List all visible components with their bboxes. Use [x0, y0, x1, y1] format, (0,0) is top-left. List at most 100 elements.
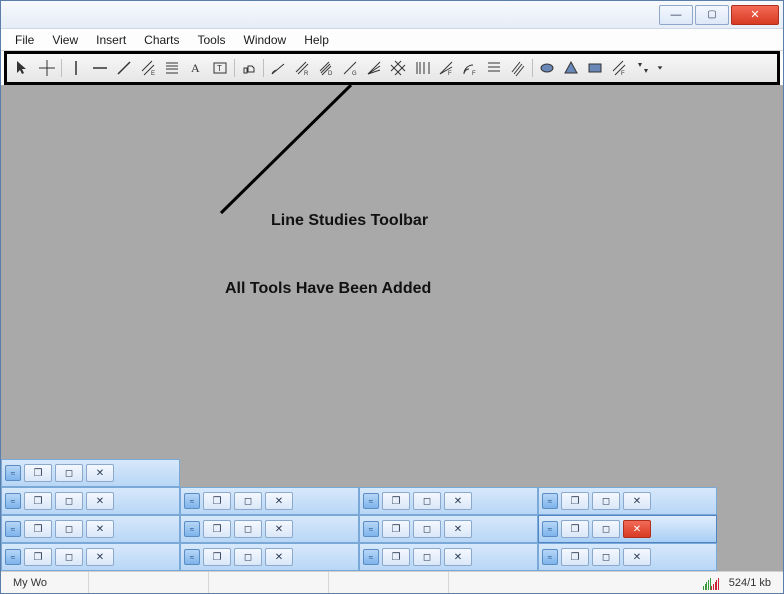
rectangle-icon[interactable] [583, 57, 607, 79]
mdi-client-area: Line Studies Toolbar All Tools Have Been… [1, 85, 783, 571]
triangle-icon[interactable] [559, 57, 583, 79]
maximize-icon[interactable]: ◻ [592, 520, 620, 538]
maximize-icon[interactable]: ◻ [55, 548, 83, 566]
menu-insert[interactable]: Insert [88, 31, 134, 49]
menu-file[interactable]: File [7, 31, 42, 49]
minimize-button[interactable] [659, 5, 693, 25]
restore-icon[interactable]: ❐ [561, 520, 589, 538]
maximize-icon[interactable]: ◻ [234, 492, 262, 510]
minimized-window[interactable]: ≈❐◻✕ [1, 543, 180, 571]
fibonacci-retracement-icon[interactable] [160, 57, 184, 79]
close-icon[interactable]: ✕ [444, 548, 472, 566]
menu-help[interactable]: Help [296, 31, 337, 49]
minimized-window[interactable]: ≈ ❐ ◻ ✕ [1, 459, 180, 487]
minimized-window[interactable]: ≈❐◻✕ [180, 543, 359, 571]
close-icon[interactable]: ✕ [86, 520, 114, 538]
menu-view[interactable]: View [44, 31, 86, 49]
minimized-window[interactable]: ≈❐◻✕ [538, 487, 717, 515]
maximize-icon[interactable]: ◻ [55, 464, 83, 482]
linear-regression-channel-icon[interactable]: R [290, 57, 314, 79]
fibo-channel-icon[interactable] [482, 57, 506, 79]
restore-icon[interactable]: ❐ [24, 464, 52, 482]
minimized-window[interactable]: ≈❐◻✕ [1, 487, 180, 515]
maximize-icon[interactable]: ◻ [234, 520, 262, 538]
maximize-button[interactable] [695, 5, 729, 25]
status-left: My Wo [7, 572, 89, 593]
close-icon[interactable]: ✕ [444, 520, 472, 538]
stddev-channel-icon[interactable]: D [314, 57, 338, 79]
fibo-expansion-icon[interactable] [506, 57, 530, 79]
svg-text:A: A [191, 61, 200, 75]
minimized-window[interactable]: ≈❐◻✕ [1, 515, 180, 543]
minimized-window[interactable]: ≈❐◻✕ [359, 487, 538, 515]
minimized-window[interactable]: ≈❐◻✕ [359, 515, 538, 543]
close-icon[interactable]: ✕ [265, 548, 293, 566]
svg-text:F: F [621, 71, 625, 77]
restore-icon[interactable]: ❐ [203, 520, 231, 538]
restore-icon[interactable]: ❐ [203, 492, 231, 510]
chart-icon: ≈ [5, 465, 21, 481]
chart-icon: ≈ [184, 549, 200, 565]
gann-grid-icon[interactable] [386, 57, 410, 79]
vertical-line-icon[interactable] [64, 57, 88, 79]
restore-icon[interactable]: ❐ [203, 548, 231, 566]
ellipse-icon[interactable] [535, 57, 559, 79]
close-icon[interactable]: ✕ [86, 548, 114, 566]
line-studies-toolbar-highlight: E A T R D G F F F [4, 51, 780, 85]
fibo-arcs-icon[interactable]: F [458, 57, 482, 79]
menu-window[interactable]: Window [236, 31, 295, 49]
close-icon[interactable]: ✕ [265, 492, 293, 510]
maximize-icon[interactable]: ◻ [55, 492, 83, 510]
minimized-window-active[interactable]: ≈❐◻✕ [538, 515, 717, 543]
close-icon[interactable]: ✕ [623, 548, 651, 566]
close-icon[interactable]: ✕ [623, 492, 651, 510]
thumbs-icon[interactable] [237, 57, 261, 79]
chart-icon: ≈ [363, 493, 379, 509]
maximize-icon[interactable]: ◻ [592, 548, 620, 566]
maximize-icon[interactable]: ◻ [413, 492, 441, 510]
cursor-icon[interactable] [11, 57, 35, 79]
minimized-window[interactable]: ≈❐◻✕ [359, 543, 538, 571]
close-icon[interactable]: ✕ [444, 492, 472, 510]
menu-tools[interactable]: Tools [190, 31, 234, 49]
close-icon[interactable]: ✕ [86, 492, 114, 510]
close-icon[interactable]: ✕ [86, 464, 114, 482]
restore-icon[interactable]: ❐ [382, 548, 410, 566]
restore-icon[interactable]: ❐ [382, 520, 410, 538]
close-button[interactable] [731, 5, 779, 25]
minimized-window[interactable]: ≈❐◻✕ [538, 543, 717, 571]
maximize-icon[interactable]: ◻ [592, 492, 620, 510]
restore-icon[interactable]: ❐ [24, 520, 52, 538]
text-label-icon[interactable]: A [184, 57, 208, 79]
restore-icon[interactable]: ❐ [561, 548, 589, 566]
fibo-fan-icon[interactable]: F [434, 57, 458, 79]
text-box-icon[interactable]: T [208, 57, 232, 79]
fibo-time-zone-icon[interactable] [410, 57, 434, 79]
menu-charts[interactable]: Charts [136, 31, 187, 49]
minimized-window[interactable]: ≈❐◻✕ [180, 515, 359, 543]
line-studies-toolbar: E A T R D G F F F [7, 54, 777, 82]
trendline-by-angle-icon[interactable] [266, 57, 290, 79]
maximize-icon[interactable]: ◻ [413, 520, 441, 538]
maximize-icon[interactable]: ◻ [234, 548, 262, 566]
chart-icon: ≈ [542, 521, 558, 537]
restore-icon[interactable]: ❐ [24, 548, 52, 566]
crosshair-icon[interactable] [35, 57, 59, 79]
restore-icon[interactable]: ❐ [382, 492, 410, 510]
maximize-icon[interactable]: ◻ [413, 548, 441, 566]
close-icon[interactable]: ✕ [265, 520, 293, 538]
andrews-pitchfork-icon[interactable]: F [607, 57, 631, 79]
minimized-window[interactable]: ≈❐◻✕ [180, 487, 359, 515]
maximize-icon[interactable]: ◻ [55, 520, 83, 538]
close-icon[interactable]: ✕ [623, 520, 651, 538]
gann-fan-icon[interactable] [362, 57, 386, 79]
trend-line-icon[interactable] [112, 57, 136, 79]
restore-icon[interactable]: ❐ [561, 492, 589, 510]
toolbar-dropdown-icon[interactable] [655, 57, 665, 79]
restore-icon[interactable]: ❐ [24, 492, 52, 510]
gann-line-icon[interactable]: G [338, 57, 362, 79]
cycle-lines-icon[interactable] [631, 57, 655, 79]
toolbar-separator [263, 59, 264, 77]
equidistant-channel-icon[interactable]: E [136, 57, 160, 79]
horizontal-line-icon[interactable] [88, 57, 112, 79]
